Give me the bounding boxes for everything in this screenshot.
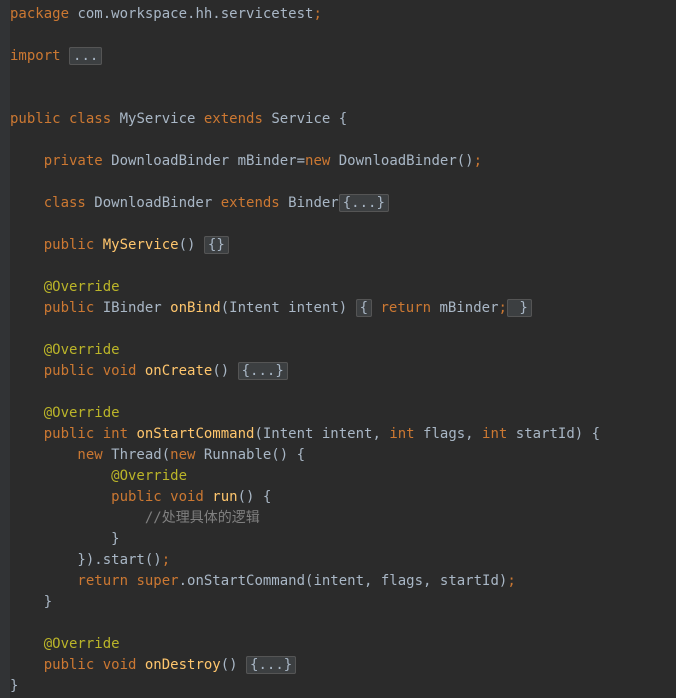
- code-line: }: [10, 529, 676, 550]
- annotation: @Override: [10, 636, 120, 652]
- keyword: void: [162, 489, 204, 505]
- fold-region[interactable]: {...}: [246, 656, 296, 674]
- code-line: package com.workspace.hh.servicetest;: [10, 4, 676, 25]
- annotation: @Override: [10, 405, 120, 421]
- code-line: [10, 256, 676, 277]
- code-line: [10, 319, 676, 340]
- code-line: [10, 130, 676, 151]
- code-line: public void onDestroy() {...}: [10, 655, 676, 676]
- code-line: }: [10, 676, 676, 697]
- method-name: onDestroy: [136, 657, 220, 673]
- keyword: public: [10, 111, 61, 127]
- code-line: [10, 67, 676, 88]
- method-name: MyService: [94, 237, 178, 253]
- code-line: public void onCreate() {...}: [10, 361, 676, 382]
- code-line: @Override: [10, 634, 676, 655]
- keyword: import: [10, 48, 61, 64]
- annotation: @Override: [10, 342, 120, 358]
- code-line: public void run() {: [10, 487, 676, 508]
- fold-region[interactable]: {...}: [238, 362, 288, 380]
- code-line: [10, 214, 676, 235]
- keyword: int: [94, 426, 128, 442]
- code-line: @Override: [10, 403, 676, 424]
- keyword: return: [372, 300, 431, 316]
- code-line: [10, 25, 676, 46]
- code-line: //处理具体的逻辑: [10, 508, 676, 529]
- keyword: void: [94, 363, 136, 379]
- code-line: private DownloadBinder mBinder=new Downl…: [10, 151, 676, 172]
- keyword: class: [61, 111, 112, 127]
- keyword: class: [10, 195, 86, 211]
- keyword: package: [10, 6, 69, 22]
- method-name: onStartCommand: [128, 426, 254, 442]
- keyword: public: [10, 363, 94, 379]
- code-line: }).start();: [10, 550, 676, 571]
- method-name: onCreate: [136, 363, 212, 379]
- keyword: public: [10, 237, 94, 253]
- keyword: public: [10, 426, 94, 442]
- code-line: @Override: [10, 277, 676, 298]
- keyword: extends: [212, 195, 279, 211]
- annotation: @Override: [10, 279, 120, 295]
- keyword: int: [482, 426, 507, 442]
- code-editor[interactable]: package com.workspace.hh.servicetest; im…: [6, 0, 676, 697]
- keyword: new: [305, 153, 330, 169]
- annotation: @Override: [10, 468, 187, 484]
- keyword: public: [10, 657, 94, 673]
- editor-gutter: [0, 0, 10, 698]
- fold-region[interactable]: }: [507, 299, 532, 317]
- keyword: private: [10, 153, 103, 169]
- method-name: run: [204, 489, 238, 505]
- keyword: return: [10, 573, 128, 589]
- code-line: return super.onStartCommand(intent, flag…: [10, 571, 676, 592]
- code-line: import ...: [10, 46, 676, 67]
- keyword: int: [389, 426, 414, 442]
- code-line: class DownloadBinder extends Binder{...}: [10, 193, 676, 214]
- keyword: public: [10, 300, 94, 316]
- fold-region[interactable]: ...: [69, 47, 102, 65]
- keyword: public: [10, 489, 162, 505]
- code-line: public IBinder onBind(Intent intent) { r…: [10, 298, 676, 319]
- method-name: onBind: [162, 300, 221, 316]
- code-line: [10, 172, 676, 193]
- code-line: @Override: [10, 340, 676, 361]
- comment: //处理具体的逻辑: [10, 510, 260, 526]
- keyword: new: [10, 447, 103, 463]
- keyword: void: [94, 657, 136, 673]
- code-line: }: [10, 592, 676, 613]
- code-line: public int onStartCommand(Intent intent,…: [10, 424, 676, 445]
- code-line: @Override: [10, 466, 676, 487]
- code-line: new Thread(new Runnable() {: [10, 445, 676, 466]
- code-line: [10, 613, 676, 634]
- fold-region[interactable]: {...}: [339, 194, 389, 212]
- fold-region[interactable]: {}: [204, 236, 229, 254]
- fold-region[interactable]: {: [356, 299, 372, 317]
- code-line: [10, 88, 676, 109]
- code-line: [10, 382, 676, 403]
- code-line: public class MyService extends Service {: [10, 109, 676, 130]
- keyword: extends: [195, 111, 262, 127]
- keyword: new: [170, 447, 195, 463]
- keyword: super: [128, 573, 179, 589]
- code-line: public MyService() {}: [10, 235, 676, 256]
